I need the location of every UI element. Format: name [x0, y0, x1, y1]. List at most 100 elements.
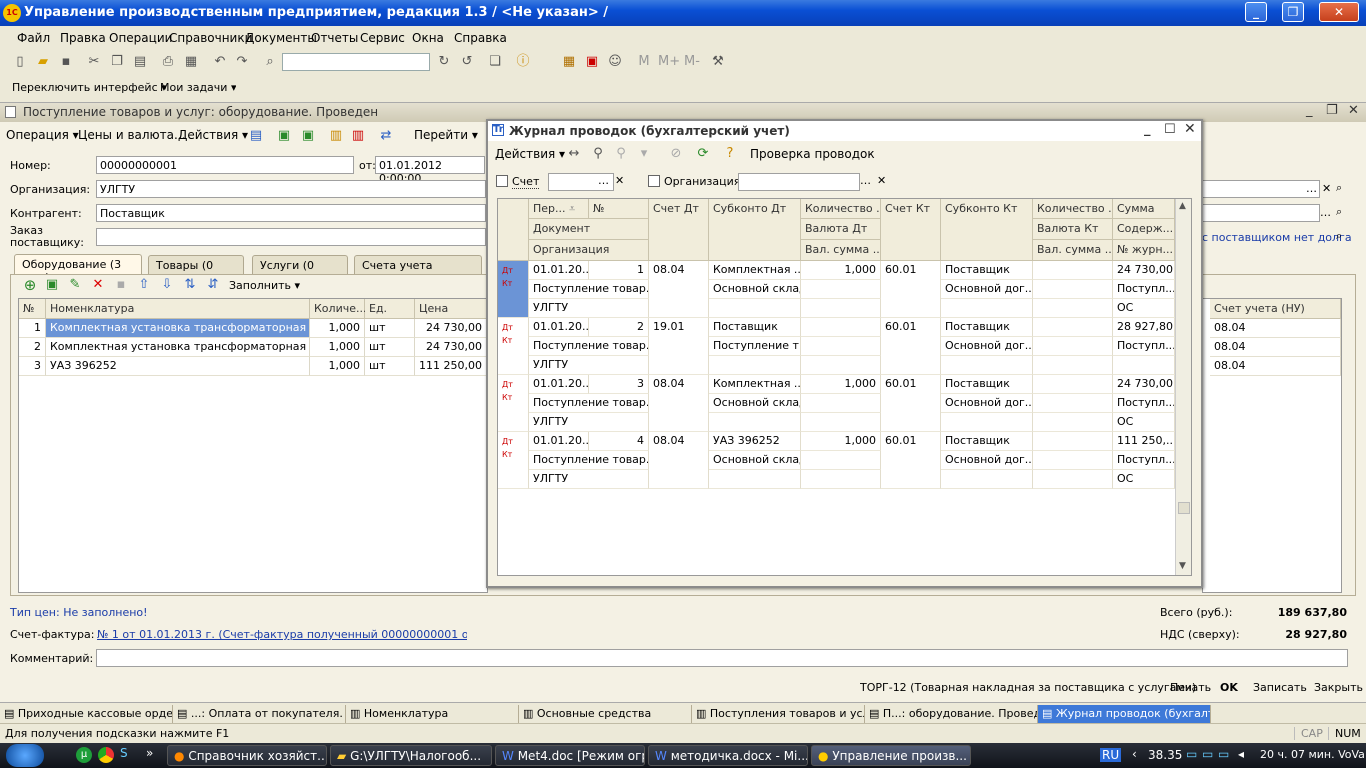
- taskbar-item[interactable]: ▰ G:\УЛГТУ\Налогооб...: [330, 745, 492, 766]
- entry-acc-kt[interactable]: 60.01: [881, 432, 941, 489]
- comment-input[interactable]: [96, 649, 1348, 667]
- minimize-button[interactable]: _: [1245, 2, 1267, 22]
- entry-sub-dt1[interactable]: Комплектная ...: [709, 375, 801, 394]
- entry-cur-dt[interactable]: [801, 337, 881, 356]
- entry-journal[interactable]: [1113, 356, 1175, 375]
- account-select-icon[interactable]: …: [598, 174, 609, 187]
- org-filter-clear-icon[interactable]: ✕: [877, 174, 886, 187]
- window-tab-payment[interactable]: ▤ ...: Оплата от покупателя. П...: [173, 705, 346, 723]
- check-entries-button[interactable]: Проверка проводок: [750, 147, 875, 161]
- operation-menu[interactable]: Операция ▾: [6, 128, 79, 142]
- edit-row-icon[interactable]: ✎: [67, 277, 83, 293]
- print-button[interactable]: Печать: [1170, 681, 1211, 694]
- entry-cur-sum-dt[interactable]: [801, 299, 881, 318]
- entry-sub-kt2[interactable]: Основной дог...: [941, 337, 1033, 356]
- col-header-name[interactable]: Номенклатура: [46, 299, 310, 319]
- entry-qty-kt[interactable]: [1033, 261, 1113, 280]
- row-unit[interactable]: шт: [365, 357, 415, 376]
- entry-org[interactable]: УЛГТУ: [529, 413, 649, 432]
- utorrent-icon[interactable]: µ: [76, 747, 92, 763]
- col-header-account[interactable]: Счет учета (НУ): [1210, 299, 1341, 319]
- new-icon[interactable]: ▯: [12, 54, 28, 70]
- window-tab-equipment-doc[interactable]: ▤ П...: оборудование. Проведен: [865, 705, 1038, 723]
- entry-number[interactable]: 3: [589, 375, 649, 394]
- entry-acc-dt[interactable]: 08.04: [649, 432, 709, 489]
- close-button[interactable]: ✕: [1319, 2, 1359, 22]
- refresh-icon[interactable]: ⟳: [695, 146, 711, 162]
- row-qty[interactable]: 1,000: [310, 357, 365, 376]
- menu-documents[interactable]: Документы: [245, 31, 317, 45]
- journal-scrollbar[interactable]: ▲ ▼: [1175, 199, 1191, 575]
- col-header-cur-sum-kt[interactable]: Вал. сумма ...: [1033, 240, 1113, 261]
- entry-content[interactable]: Поступл...: [1113, 337, 1175, 356]
- scroll-thumb[interactable]: [1178, 502, 1190, 514]
- entry-cur-sum-kt[interactable]: [1033, 470, 1113, 489]
- search-combo-input[interactable]: [282, 53, 430, 71]
- entry-sub-dt1[interactable]: УАЗ 396252: [709, 432, 801, 451]
- switch-interface-button[interactable]: Переключить интерфейс ▾: [12, 81, 167, 94]
- doc-close-icon[interactable]: ✕: [1348, 103, 1359, 118]
- contractor-select-icon[interactable]: …: [1320, 206, 1331, 219]
- add-row-icon[interactable]: ⊕: [22, 277, 38, 293]
- prices-button[interactable]: Цены и валюта...: [78, 128, 185, 142]
- entry-sub-dt3[interactable]: [709, 356, 801, 375]
- col-header-sub-dt[interactable]: Субконто Дт: [709, 199, 801, 261]
- help-icon[interactable]: ?: [722, 146, 738, 162]
- row-account[interactable]: 08.04: [1210, 357, 1341, 376]
- entry-cur-kt[interactable]: [1033, 280, 1113, 299]
- window-tab-nomenclature[interactable]: ▥ Номенклатура: [346, 705, 519, 723]
- entry-sub-dt2[interactable]: Основной склад: [709, 451, 801, 470]
- row-price[interactable]: 24 730,00: [415, 338, 487, 357]
- entry-cur-sum-dt[interactable]: [801, 413, 881, 432]
- tray-network-icon[interactable]: ▭: [1186, 747, 1197, 761]
- date-input[interactable]: 01.01.2012 0:00:00: [375, 156, 485, 185]
- doc-minimize-icon[interactable]: _: [1306, 103, 1313, 118]
- journal-actions-menu[interactable]: Действия ▾: [495, 147, 565, 161]
- delete-row-icon[interactable]: ✕: [90, 277, 106, 293]
- row-name[interactable]: Комплектная установка трансформаторная 2: [46, 338, 310, 357]
- filter-icon[interactable]: ⚲: [590, 146, 606, 162]
- entry-sub-dt1[interactable]: Поставщик: [709, 318, 801, 337]
- org-input[interactable]: УЛГТУ: [96, 180, 486, 198]
- number-input[interactable]: 00000000001: [96, 156, 354, 174]
- col-header-qty[interactable]: Количе...: [310, 299, 366, 319]
- row-unit[interactable]: шт: [365, 319, 415, 338]
- sort-asc-icon[interactable]: ⇅: [182, 277, 198, 293]
- entry-qty-dt[interactable]: 1,000: [801, 261, 881, 280]
- entry-acc-kt[interactable]: 60.01: [881, 261, 941, 318]
- start-button[interactable]: [6, 744, 44, 767]
- entry-sub-kt2[interactable]: Основной дог...: [941, 280, 1033, 299]
- actions-menu[interactable]: Действия ▾: [178, 128, 248, 142]
- contractor-open-icon[interactable]: ⌕: [1336, 205, 1342, 219]
- org-filter-checkbox[interactable]: [648, 175, 660, 187]
- entry-number[interactable]: 1: [589, 261, 649, 280]
- entry-qty-kt[interactable]: [1033, 432, 1113, 451]
- col-header-qty-dt[interactable]: Количество ...: [801, 199, 881, 219]
- torg12-button[interactable]: ТОРГ-12 (Товарная накладная за поставщик…: [860, 681, 1196, 694]
- entry-sub-kt2[interactable]: Основной дог...: [941, 451, 1033, 470]
- close-doc-button[interactable]: Закрыть: [1314, 681, 1363, 694]
- entry-journal[interactable]: ОС: [1113, 470, 1175, 489]
- entry-journal[interactable]: ОС: [1113, 413, 1175, 432]
- entry-period[interactable]: 01.01.20...: [529, 432, 589, 451]
- row-qty[interactable]: 1,000: [310, 338, 365, 357]
- price-type-link[interactable]: Тип цен: Не заполнено!: [10, 606, 148, 619]
- account-clear-icon[interactable]: ✕: [615, 174, 624, 187]
- unpost-icon[interactable]: ▥: [350, 128, 366, 144]
- row-unit[interactable]: шт: [365, 338, 415, 357]
- copy-doc-icon[interactable]: ▣: [300, 128, 316, 144]
- chrome-icon[interactable]: [98, 747, 114, 763]
- entry-cur-dt[interactable]: [801, 394, 881, 413]
- order-input[interactable]: [96, 228, 486, 246]
- entry-cur-dt[interactable]: [801, 451, 881, 470]
- entry-cur-sum-dt[interactable]: [801, 356, 881, 375]
- entry-qty-dt[interactable]: 1,000: [801, 375, 881, 394]
- entry-cur-kt[interactable]: [1033, 394, 1113, 413]
- debt-open-icon[interactable]: ⌕: [1336, 229, 1342, 243]
- copy-row-icon[interactable]: ▣: [44, 277, 60, 293]
- users-icon[interactable]: ☺: [607, 54, 623, 70]
- col-header-number[interactable]: №: [589, 199, 649, 219]
- col-header-content[interactable]: Содерж...: [1113, 219, 1175, 240]
- entry-cur-sum-kt[interactable]: [1033, 356, 1113, 375]
- entry-sub-kt3[interactable]: [941, 413, 1033, 432]
